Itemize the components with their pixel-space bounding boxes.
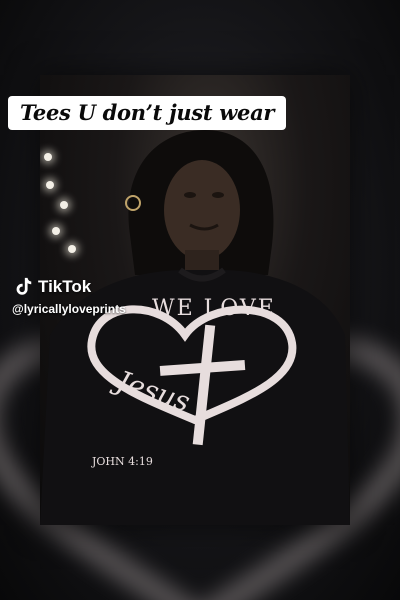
tiktok-logo-icon [16, 277, 32, 295]
print-top-text: WE LOVE [152, 296, 276, 321]
print-verse: JOHN 4:19 [91, 455, 153, 468]
tiktok-watermark: TikTok @lyricallyloveprints [12, 276, 126, 316]
video-caption: Tees U don’t just wear [8, 96, 287, 130]
creator-handle: @lyricallyloveprints [12, 302, 126, 316]
video-frame[interactable]: WE LOVE Jesus JOHN 4:19 Tees U don’t jus… [0, 0, 400, 600]
tiktok-brand: TikTok [38, 277, 92, 296]
